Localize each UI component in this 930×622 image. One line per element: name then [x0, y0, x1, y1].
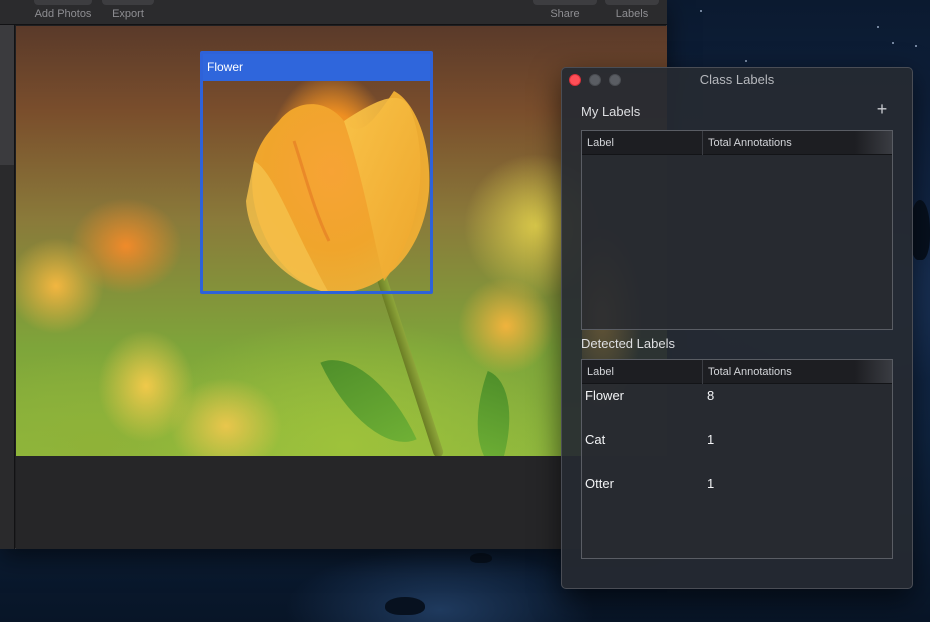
my-labels-table-header: Label Total Annotations: [582, 131, 892, 155]
labels-icon: [605, 0, 659, 5]
row-label: Flower: [585, 388, 625, 403]
sidebar-selection[interactable]: [0, 25, 14, 165]
add-photos-label: Add Photos: [34, 8, 92, 20]
panel-title: Class Labels: [699, 72, 775, 87]
detected-labels-table-header: Label Total Annotations: [582, 360, 892, 384]
panel-titlebar[interactable]: Class Labels: [562, 68, 912, 92]
star: [892, 42, 894, 44]
row-label: Otter: [585, 476, 614, 491]
add-photos-button[interactable]: Add Photos: [32, 0, 94, 25]
detected-labels-title: Detected Labels: [581, 336, 675, 351]
table-row[interactable]: Flower 8: [582, 384, 892, 428]
export-icon: [102, 0, 154, 5]
labels-label: Labels: [615, 8, 649, 20]
star: [877, 26, 879, 28]
leaf: [456, 371, 531, 456]
export-button[interactable]: Export: [102, 0, 154, 25]
column-header-total-annotations[interactable]: Total Annotations: [703, 131, 893, 155]
rock: [385, 597, 425, 615]
export-label: Export: [112, 8, 144, 20]
share-button[interactable]: Share: [533, 0, 597, 25]
annotation-bounding-box[interactable]: Flower: [200, 51, 433, 294]
star: [700, 10, 702, 12]
detected-labels-table[interactable]: Label Total Annotations Flower 8 Cat 1 O…: [581, 359, 893, 559]
row-total: 1: [707, 432, 715, 447]
rock: [910, 200, 930, 260]
column-header-total-annotations[interactable]: Total Annotations: [703, 360, 893, 384]
my-labels-table[interactable]: Label Total Annotations: [581, 130, 893, 330]
row-total: 1: [707, 476, 715, 491]
add-label-icon[interactable]: +: [874, 100, 890, 118]
annotation-label[interactable]: Flower: [203, 54, 430, 81]
add-photos-icon: [34, 0, 92, 5]
column-header-label[interactable]: Label: [582, 360, 703, 384]
row-label: Cat: [585, 432, 606, 447]
class-labels-panel: Class Labels My Labels + Label Total Ann…: [561, 67, 913, 589]
table-row[interactable]: Otter 1: [582, 472, 892, 516]
star: [745, 60, 747, 62]
rock: [470, 553, 492, 563]
my-labels-title: My Labels: [581, 104, 641, 119]
share-icon: [533, 0, 597, 5]
table-row[interactable]: Cat 1: [582, 428, 892, 472]
column-header-label[interactable]: Label: [582, 131, 703, 155]
sidebar: [0, 25, 15, 549]
row-total: 8: [707, 388, 715, 403]
toolbar: Add Photos Export Share Labels: [0, 0, 667, 25]
share-label: Share: [550, 8, 580, 20]
labels-button[interactable]: Labels: [605, 0, 659, 25]
star: [915, 45, 917, 47]
